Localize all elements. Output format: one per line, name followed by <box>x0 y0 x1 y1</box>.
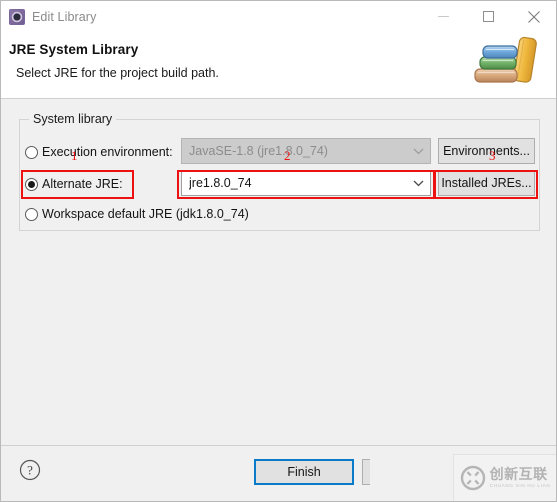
radio-indicator[interactable] <box>25 207 38 221</box>
window-title: Edit Library <box>32 9 97 24</box>
radio-execution-environment[interactable]: Execution environment: <box>25 138 173 166</box>
combo-value: jre1.8.0_74 <box>189 176 252 190</box>
installed-jres-button[interactable]: Installed JREs... <box>438 170 535 196</box>
environments-button[interactable]: Environments... <box>438 138 535 164</box>
execution-environment-combo[interactable]: JavaSE-1.8 (jre1.8.0_74) <box>181 138 431 164</box>
close-icon <box>527 10 540 23</box>
minimize-icon <box>438 16 449 17</box>
combo-value: JavaSE-1.8 (jre1.8.0_74) <box>189 144 328 158</box>
alternate-jre-combo[interactable]: jre1.8.0_74 <box>181 170 431 196</box>
page-subtitle: Select JRE for the project build path. <box>16 66 219 80</box>
radio-label: Alternate JRE: <box>42 177 123 191</box>
watermark-pinyin: CHUANG XIN HU LIAN <box>489 483 551 488</box>
radio-label: Workspace default JRE (jdk1.8.0_74) <box>42 207 249 221</box>
help-icon[interactable]: ? <box>19 459 41 481</box>
watermark-texts: 创新互联 CHUANG XIN HU LIAN <box>490 467 551 489</box>
wizard-header: JRE System Library Select JRE for the pr… <box>1 32 556 99</box>
dialog-footer: ? Finish 创新互联 CHUANG XIN HU LIAN <box>1 445 556 501</box>
annotation-number-2: 2 <box>284 148 291 163</box>
chevron-down-icon[interactable] <box>406 148 430 155</box>
annotation-number-1: 1 <box>71 148 78 163</box>
edit-library-dialog: Edit Library JRE System Library Select J… <box>0 0 557 502</box>
radio-workspace-default-jre[interactable]: Workspace default JRE (jdk1.8.0_74) <box>25 200 249 228</box>
annotation-number-3: 3 <box>489 148 496 163</box>
maximize-icon <box>483 11 494 22</box>
chevron-down-icon[interactable] <box>406 180 430 187</box>
window-controls <box>421 1 556 32</box>
maximize-button[interactable] <box>466 1 511 32</box>
radio-indicator[interactable] <box>25 145 38 159</box>
circled-x-logo <box>460 465 485 491</box>
books-icon <box>474 36 537 83</box>
page-title: JRE System Library <box>9 42 139 57</box>
finish-button[interactable]: Finish <box>254 459 354 485</box>
close-button[interactable] <box>511 1 556 32</box>
svg-text:?: ? <box>27 463 33 478</box>
system-library-group-label: System library <box>29 113 117 126</box>
radio-alternate-jre[interactable]: Alternate JRE: <box>25 170 123 198</box>
cancel-button-partial[interactable] <box>362 459 370 485</box>
radio-indicator[interactable] <box>25 177 38 191</box>
title-bar: Edit Library <box>1 1 556 32</box>
dialog-body: System library Execution environment: Ja… <box>1 99 556 445</box>
watermark-chinese: 创新互联 <box>489 466 548 482</box>
watermark: 创新互联 CHUANG XIN HU LIAN <box>453 454 556 501</box>
radio-label: Execution environment: <box>42 145 173 159</box>
gear-icon <box>9 8 25 25</box>
minimize-button[interactable] <box>421 1 466 32</box>
